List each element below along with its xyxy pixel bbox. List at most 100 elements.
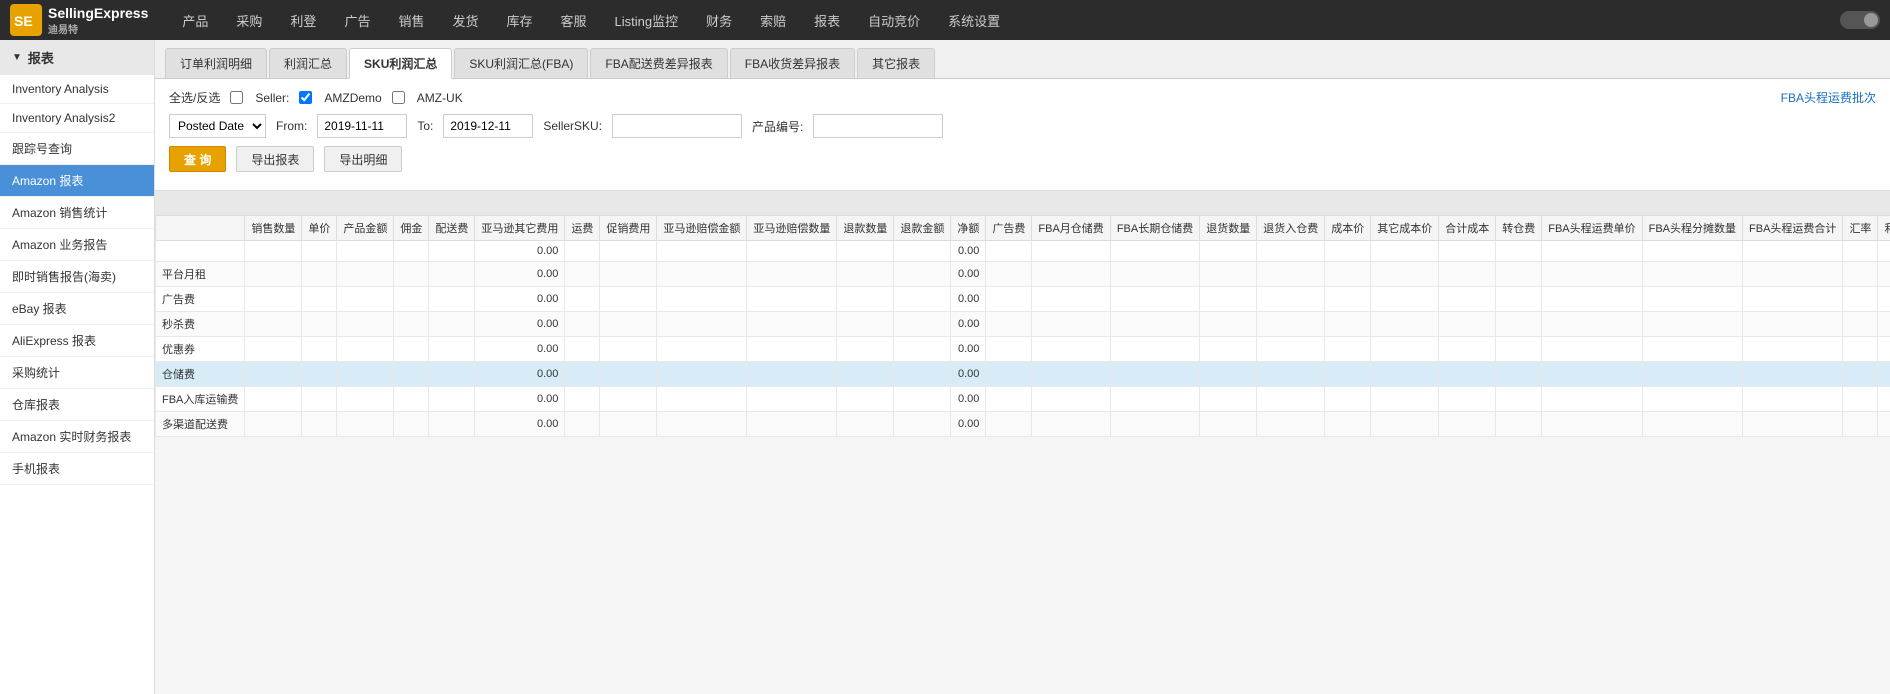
row-val-col24 (1642, 312, 1742, 337)
row-val-col23 (1542, 362, 1642, 387)
tab-sku-profit-fba[interactable]: SKU利润汇总(FBA) (454, 48, 588, 78)
row-val-col11 (837, 262, 894, 287)
nav-product[interactable]: 产品 (168, 0, 222, 40)
row-val-col14 (986, 362, 1032, 387)
date-from-input[interactable] (317, 114, 407, 138)
row-label: 多渠道配送费 (156, 412, 245, 437)
row-val-col9 (657, 312, 747, 337)
select-all-checkbox[interactable] (230, 91, 243, 104)
row-val-col8 (600, 312, 657, 337)
nav-purchase[interactable]: 采购 (222, 0, 276, 40)
row-val-col17 (1200, 262, 1257, 287)
row-val-col23 (1542, 287, 1642, 312)
tab-other-report[interactable]: 其它报表 (857, 48, 935, 78)
row-val-col11 (837, 312, 894, 337)
row-val-col24 (1642, 412, 1742, 437)
nav-inventory[interactable]: 库存 (492, 0, 546, 40)
nav-report[interactable]: 报表 (800, 0, 854, 40)
nav-settings[interactable]: 系统设置 (934, 0, 1014, 40)
date-type-select[interactable]: Posted Date (169, 114, 266, 138)
nav-customer[interactable]: 客服 (547, 0, 601, 40)
tab-profit-summary[interactable]: 利润汇总 (269, 48, 347, 78)
nav-ship[interactable]: 发货 (438, 0, 492, 40)
row-val-col18 (1257, 312, 1325, 337)
row-val-col27 (1878, 241, 1890, 262)
layout: ▼ 报表 Inventory Analysis Inventory Analys… (0, 40, 1890, 694)
row-val-col15 (1032, 241, 1110, 262)
row-val-col7 (565, 337, 600, 362)
seller-amzdemo-checkbox[interactable] (299, 91, 312, 104)
sidebar-item-purchase-stats[interactable]: 采购统计 (0, 357, 154, 389)
export-detail-button[interactable]: 导出明细 (324, 146, 402, 172)
table-body: 0.000.00平台月租0.000.00广告费0.000.00秒杀费0.000.… (156, 241, 1890, 437)
row-val-col4 (394, 337, 429, 362)
nav-sales[interactable]: 销售 (384, 0, 438, 40)
tab-sku-profit[interactable]: SKU利润汇总 (349, 48, 452, 79)
sidebar-item-amazon-realtime[interactable]: Amazon 实时财务报表 (0, 421, 154, 453)
row-val-col27 (1878, 262, 1890, 287)
sidebar-item-realtime-sales[interactable]: 即时销售报告(海卖) (0, 261, 154, 293)
sidebar-item-aliexpress[interactable]: AliExpress 报表 (0, 325, 154, 357)
nav-lideng[interactable]: 利登 (276, 0, 330, 40)
row-val-col2 (302, 262, 337, 287)
fba-freight-link[interactable]: FBA头程运费批次 (1781, 89, 1876, 106)
row-val-col14 (986, 287, 1032, 312)
row-val-col26 (1843, 412, 1878, 437)
sidebar-item-inventory-analysis2[interactable]: Inventory Analysis2 (0, 104, 154, 133)
table-row: 多渠道配送费0.000.00 (156, 412, 1890, 437)
sidebar-item-amazon-business[interactable]: Amazon 业务报告 (0, 229, 154, 261)
sidebar-item-tracking[interactable]: 跟踪号查询 (0, 133, 154, 165)
tabs-bar: 订单利润明细 利润汇总 SKU利润汇总 SKU利润汇总(FBA) FBA配送费差… (155, 40, 1890, 79)
row-val-col6: 0.00 (475, 312, 565, 337)
sidebar-item-ebay[interactable]: eBay 报表 (0, 293, 154, 325)
sidebar-item-inventory-analysis[interactable]: Inventory Analysis (0, 75, 154, 104)
nav-ad[interactable]: 广告 (330, 0, 384, 40)
row-val-col21 (1439, 287, 1496, 312)
row-val-col22 (1496, 337, 1542, 362)
col-net: 净额 (951, 216, 986, 241)
row-val-col25 (1743, 387, 1843, 412)
row-val-col20 (1371, 312, 1439, 337)
nav-autoprice[interactable]: 自动竞价 (854, 0, 934, 40)
toggle-button[interactable] (1840, 11, 1880, 29)
row-val-col10 (747, 387, 837, 412)
seller-amzuk-checkbox[interactable] (392, 91, 405, 104)
row-val-col25 (1743, 241, 1843, 262)
export-report-button[interactable]: 导出报表 (236, 146, 314, 172)
row-val-col18 (1257, 241, 1325, 262)
row-val-col14 (986, 337, 1032, 362)
sidebar-item-amazon-sales[interactable]: Amazon 销售统计 (0, 197, 154, 229)
nav-claim[interactable]: 索赔 (746, 0, 800, 40)
row-val-col2 (302, 337, 337, 362)
sidebar-item-amazon-report[interactable]: Amazon 报表 (0, 165, 154, 197)
row-val-col9 (657, 412, 747, 437)
row-val-col22 (1496, 312, 1542, 337)
row-val-col23 (1542, 312, 1642, 337)
col-cost-price: 成本价 (1325, 216, 1371, 241)
row-val-col3 (337, 287, 394, 312)
product-code-input[interactable] (813, 114, 943, 138)
query-button[interactable]: 查 询 (169, 146, 226, 172)
sidebar-item-mobile[interactable]: 手机报表 (0, 453, 154, 485)
row-val-col27 (1878, 312, 1890, 337)
row-label (156, 241, 245, 262)
row-val-col27 (1878, 412, 1890, 437)
sidebar-item-warehouse[interactable]: 仓库报表 (0, 389, 154, 421)
nav-listing[interactable]: Listing监控 (601, 0, 693, 40)
from-label: From: (276, 119, 307, 133)
logo-icon: SE (10, 4, 42, 36)
row-val-col5 (429, 241, 475, 262)
date-to-input[interactable] (443, 114, 533, 138)
row-val-col9 (657, 287, 747, 312)
row-val-col22 (1496, 262, 1542, 287)
tab-fba-shipping-diff[interactable]: FBA配送费差异报表 (590, 48, 727, 78)
row-val-col19 (1325, 362, 1371, 387)
main-content: 订单利润明细 利润汇总 SKU利润汇总 SKU利润汇总(FBA) FBA配送费差… (155, 40, 1890, 694)
row-val-col24 (1642, 241, 1742, 262)
tab-fba-receive-diff[interactable]: FBA收货差异报表 (730, 48, 855, 78)
tab-order-profit[interactable]: 订单利润明细 (165, 48, 267, 78)
row-val-col21 (1439, 241, 1496, 262)
nav-finance[interactable]: 财务 (692, 0, 746, 40)
row-val-col13: 0.00 (951, 362, 986, 387)
seller-sku-input[interactable] (612, 114, 742, 138)
